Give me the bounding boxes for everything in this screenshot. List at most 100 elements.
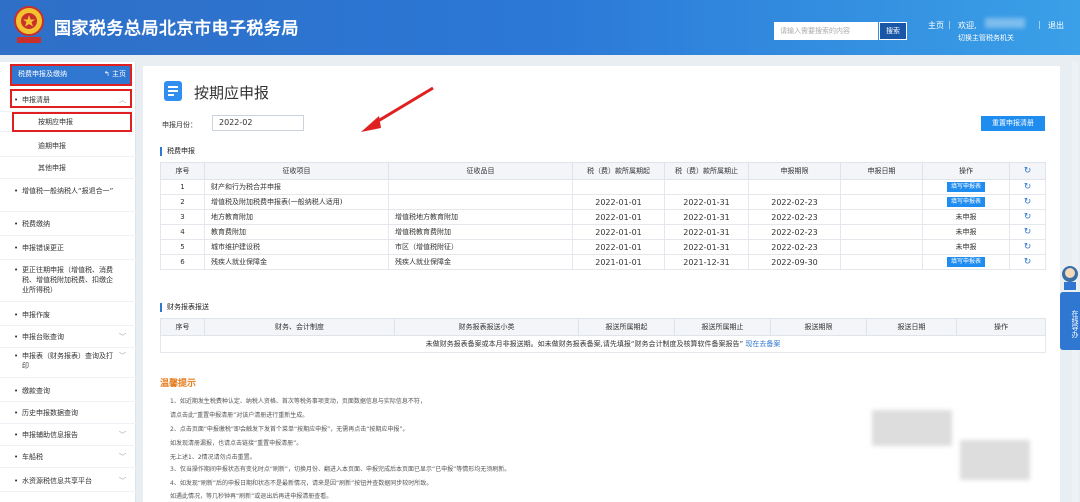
cell [840,179,923,195]
fill-form-button[interactable]: 填写申报表 [947,182,985,192]
cell: 2022-02-23 [748,239,841,255]
chevron-down-icon: ﹀ [119,431,126,439]
cell: 城市维护建设税 [204,239,389,255]
bullet-icon: • [14,431,19,439]
switch-tax-authority-link[interactable]: 切换主管税务机关 [958,33,1014,43]
sidebar-item-tax-payment[interactable]: • 税费缴纳 [0,212,136,236]
cell: 1 [160,179,205,195]
sidebar-item-vehicle-tax[interactable]: • 车船税 ﹀ [0,446,136,468]
sidebar-item-water-resource[interactable]: • 水资源税信息共享平台 ﹀ [0,470,136,492]
reset-declaration-list-button[interactable]: 重置申报清册 [981,116,1045,131]
col-header: 财务、会计制度 [204,318,395,336]
tip-line: 2、点击页面“申报缴税”即会触发下发首个菜单“按期应申报”，无需再点击“按期应申… [170,426,409,433]
refresh-icon[interactable]: ↻ [1009,179,1046,195]
page-title: 按期应申报 [194,84,270,102]
sidebar-item-report-print[interactable]: • 申报表（财务报表）查询及打印 ﹀ [0,348,136,378]
col-header: 报送所属期止 [674,318,771,336]
tip-line: 3、仅当操作期间申报状态有变化时点“刷新”，切换月份、翻进入本页面、申报完成后本… [170,466,511,473]
sidebar-item-ledger-query[interactable]: • 申报台账查询 ﹀ [0,326,136,348]
cell: 增值税教育费附加 [388,224,573,240]
search-button[interactable]: 搜索 [879,22,907,40]
cell: 2021-01-01 [572,254,665,270]
home-link[interactable]: 主页 [928,20,944,31]
fill-form-button[interactable]: 填写申报表 [947,197,985,207]
cell: 2022-01-01 [572,239,665,255]
period-input[interactable]: 2022-02 [212,115,304,131]
cell: 2022-01-01 [572,209,665,225]
fill-form-button[interactable]: 填写申报表 [947,257,985,267]
cell: 财产和行为税合并申报 [204,179,389,195]
col-header: 申报期限 [748,162,841,180]
col-header: 操作 [956,318,1046,336]
cell: 2022-01-01 [572,194,665,210]
cell: 地方教育附加 [204,209,389,225]
cell [840,209,923,225]
table-row: 3 地方教育附加 增值税地方教育附加 2022-01-01 2022-01-31… [160,209,1046,225]
bullet-icon: • [14,266,19,274]
cell [388,194,573,210]
sidebar-item-correct-past[interactable]: • 更正往期申报（增值税、消费税、增值税附加税费、扣缴企业所得税） [0,262,136,302]
table-row: 2 增值税及附加税费申报表(一般纳税人适用) 2022-01-01 2022-0… [160,194,1046,210]
sidebar-item-void[interactable]: • 申报作废 [0,304,136,326]
cell: 4 [160,224,205,240]
cell: 2022-01-31 [664,194,749,210]
cell: 填写申报表 [922,179,1010,195]
tip-line: 请点击此“重置申报清册”对该户清册进行重新生成。 [170,412,309,419]
cell: 2022-02-23 [748,224,841,240]
refresh-all-icon[interactable]: ↻ [1009,162,1046,180]
refresh-icon[interactable]: ↻ [1009,254,1046,270]
tip-line: 无上述1、2情况请勿点击重置。 [170,454,256,461]
col-header: 报送日期 [866,318,957,336]
online-guide-tab[interactable]: 在线导办 [1060,292,1080,350]
cell: 2022-09-30 [748,254,841,270]
table-row: 5 城市维护建设税 市区（增值税附征） 2022-01-01 2022-01-3… [160,239,1046,255]
welcome-text: 欢迎, [958,21,977,30]
refresh-icon[interactable]: ↻ [1009,224,1046,240]
cell: 2022-01-31 [664,209,749,225]
highlight-box [10,89,132,108]
bullet-icon: • [14,387,19,395]
cell: 2022-01-31 [664,239,749,255]
search-input[interactable]: 请输入需要搜索的内容 [774,22,878,40]
cell: 6 [160,254,205,270]
cell: 残疾人就业保障金 [388,254,573,270]
chevron-down-icon: ﹀ [119,333,126,341]
cell: 填写申报表 [922,194,1010,210]
period-label: 申报月份： [162,121,197,129]
sidebar-item-vat-refund[interactable]: • 增值税一般纳税人“报退合一” [0,182,136,212]
status-cell: 未申报 [922,239,1010,255]
table-row: 6 残疾人就业保障金 残疾人就业保障金 2021-01-01 2021-12-3… [160,254,1046,270]
blurred-region [872,410,952,446]
top-header: 国家税务总局北京市电子税务局 请输入需要搜索的内容 搜索 主页 | 欢迎, 切换… [0,0,1080,55]
bullet-icon: • [14,477,19,485]
sidebar-item-auxiliary-info[interactable]: • 申报辅助信息报告 ﹀ [0,424,136,446]
cell: 2 [160,194,205,210]
cell: 教育费附加 [204,224,389,240]
refresh-icon[interactable]: ↻ [1009,209,1046,225]
bullet-icon: • [14,453,19,461]
refresh-icon[interactable]: ↻ [1009,239,1046,255]
cell: 2022-02-23 [748,209,841,225]
bullet-icon: • [14,333,19,341]
col-header: 税（费）款所属期止 [664,162,749,180]
sidebar-item-error-correction[interactable]: • 申报错误更正 [0,236,136,260]
go-register-link[interactable]: 现在去备案 [745,340,780,348]
sidebar-item-history-query[interactable]: • 历史申报数据查询 [0,402,136,424]
bullet-icon: • [14,244,19,252]
divider: | [1038,20,1041,29]
status-cell: 未申报 [922,209,1010,225]
sidebar-item-payment-query[interactable]: • 缴款查询 [0,380,136,402]
sidebar-sub-item-other[interactable]: 其他申报 [0,157,136,179]
section-financial-report: 财务报表报送 [160,303,209,312]
col-header: 税（费）款所属期起 [572,162,665,180]
col-header: 征收项目 [204,162,389,180]
section-tax-declaration: 税费申报 [160,147,195,156]
table-header-row: 序号 征收项目 征收品目 税（费）款所属期起 税（费）款所属期止 申报期限 申报… [160,162,1046,180]
refresh-icon[interactable]: ↻ [1009,194,1046,210]
table-header-row: 序号 财务、会计制度 财务报表报送小类 报送所属期起 报送所属期止 报送期限 报… [160,318,1046,336]
bullet-icon: • [14,311,19,319]
table-row: 1 财产和行为税合并申报 填写申报表 ↻ [160,179,1046,195]
sidebar-sub-item-overdue[interactable]: 逾期申报 [0,135,136,157]
cell: 2022-01-01 [572,224,665,240]
logout-link[interactable]: 退出 [1048,20,1064,31]
